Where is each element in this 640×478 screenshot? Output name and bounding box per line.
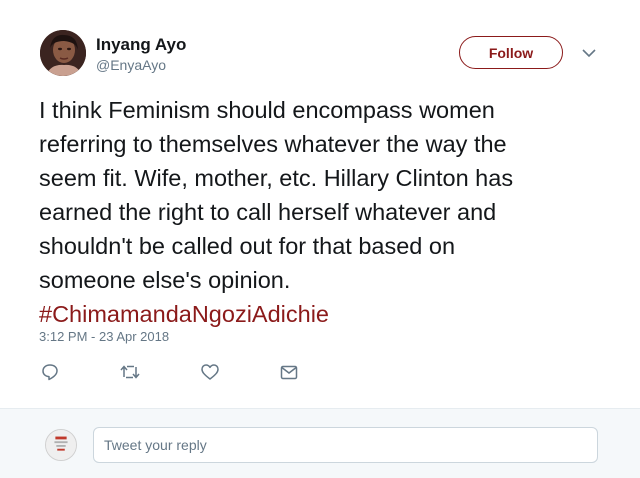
hashtag-link[interactable]: #ChimamandaNgoziAdichie	[39, 297, 619, 331]
retweet-icon[interactable]	[118, 360, 142, 384]
tweet-text: I think Feminism should encompass women …	[39, 93, 619, 331]
reply-icon[interactable]	[38, 360, 62, 384]
tweet-text-line: someone else's opinion.	[39, 267, 291, 293]
avatar-image	[46, 430, 76, 460]
tweet-text-line: seem fit. Wife, mother, etc. Hillary Cli…	[39, 165, 514, 191]
like-icon[interactable]	[198, 360, 222, 384]
tweet-text-line: referring to themselves whatever the way…	[39, 131, 507, 157]
tweet-text-line: earned the right to call herself whateve…	[39, 199, 497, 225]
avatar-image	[40, 30, 86, 76]
tweet-text-line: I think Feminism should encompass women	[39, 97, 495, 123]
follow-button[interactable]: Follow	[459, 36, 563, 69]
user-avatar[interactable]	[45, 429, 77, 461]
author-name[interactable]: Inyang Ayo	[96, 35, 186, 55]
author-avatar[interactable]	[40, 30, 86, 76]
reply-input[interactable]	[93, 427, 598, 463]
tweet-card: Inyang Ayo @EnyaAyo Follow I think Femin…	[0, 0, 640, 408]
tweet-timestamp[interactable]: 3:12 PM - 23 Apr 2018	[39, 329, 169, 344]
tweet-text-line: shouldn't be called out for that based o…	[39, 233, 456, 259]
chevron-down-icon[interactable]	[580, 44, 598, 62]
direct-message-icon[interactable]	[277, 360, 301, 384]
author-handle[interactable]: @EnyaAyo	[96, 57, 166, 73]
tweet-actions	[0, 360, 640, 384]
reply-bar	[0, 408, 640, 478]
